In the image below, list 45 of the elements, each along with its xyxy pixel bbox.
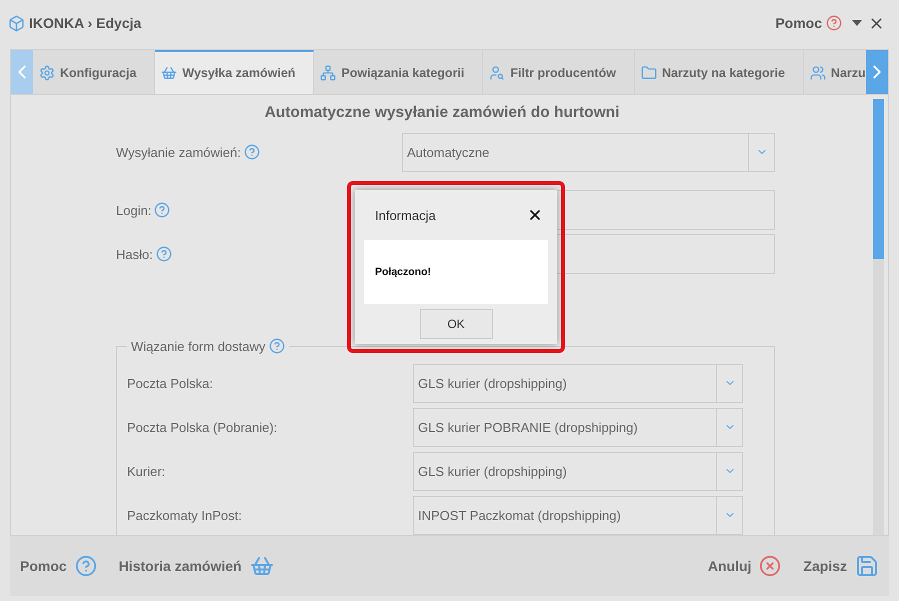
field-label: Poczta Polska (Pobranie): [127, 420, 278, 434]
dropdown[interactable]: GLS kurier POBRANIE (dropshipping) [413, 408, 743, 446]
legend-text: Wiązanie form dostawy [131, 338, 266, 354]
dropdown[interactable]: GLS kurier (dropshipping) [413, 452, 743, 490]
field-label: Poczta Polska: [127, 376, 214, 390]
history-button[interactable]: Historia zamówień [118, 554, 274, 578]
tab-icon [39, 65, 55, 81]
tab[interactable]: Wysyłka zamówień [155, 50, 314, 94]
help-icon [74, 555, 97, 577]
dialog-title: Informacja [375, 208, 437, 222]
caret-icon[interactable] [852, 20, 862, 26]
scrollbar[interactable] [873, 99, 884, 535]
ok-button[interactable]: OK [420, 309, 492, 339]
save-button[interactable]: Zapisz [803, 554, 879, 578]
label-text: Wysyłanie zamówień: [116, 144, 241, 160]
scrollbar-thumb[interactable] [873, 99, 884, 259]
scroll-left-button[interactable] [11, 50, 33, 94]
basket-icon [250, 554, 274, 578]
label-text: Hasło: [116, 246, 153, 262]
help-icon[interactable] [156, 246, 172, 262]
field-label: Paczkomaty InPost: [127, 508, 243, 522]
tab-icon [810, 65, 826, 81]
cube-icon [8, 14, 25, 32]
field-label: Kurier: [127, 464, 166, 478]
dropdown[interactable]: Automatyczne [402, 132, 775, 172]
help-icon[interactable] [826, 15, 842, 31]
dropdown[interactable]: GLS kurier (dropshipping) [413, 364, 743, 402]
dialog-message: Połączono! [375, 266, 432, 278]
help-link[interactable]: Pomoc [775, 15, 822, 31]
close-icon[interactable] [527, 207, 543, 223]
cancel-button[interactable]: Anuluj [708, 555, 782, 577]
window-title: IKONKA › Edycja [29, 15, 142, 31]
tab-icon [640, 65, 657, 81]
section-heading: Automatyczne wysyłanie zamówień do hurtowni [264, 102, 620, 122]
dropdown[interactable]: INPOST Paczkomat (dropshipping) [413, 496, 743, 534]
scroll-right-button[interactable] [866, 50, 888, 94]
help-icon[interactable] [269, 338, 286, 354]
label-text: Login: [116, 202, 152, 218]
help-icon[interactable] [154, 202, 170, 218]
tab-icon [161, 65, 178, 81]
cancel-icon [759, 555, 782, 577]
help-icon[interactable] [244, 144, 260, 160]
help-button[interactable]: Pomoc [20, 555, 97, 577]
tab-icon [320, 65, 336, 81]
tab-icon [489, 65, 506, 81]
